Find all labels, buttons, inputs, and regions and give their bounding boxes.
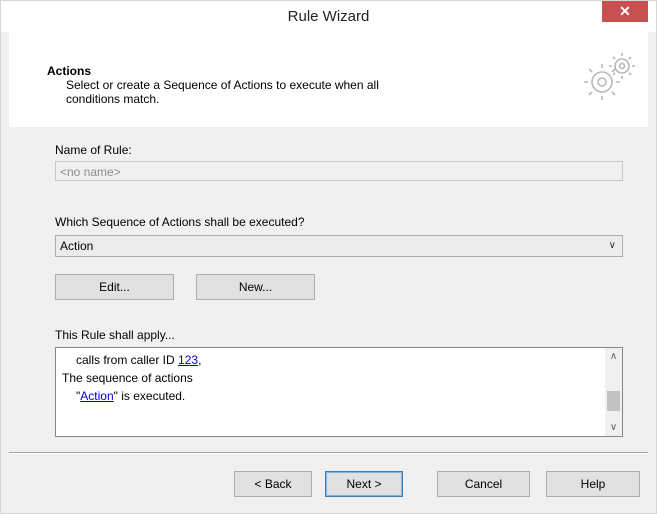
help-button[interactable]: Help [546, 471, 640, 497]
summary-line-caller: calls from caller ID 123, [76, 353, 202, 367]
title-bar[interactable]: Rule Wizard ✕ [1, 1, 656, 32]
rule-summary-box[interactable]: calls from caller ID 123, The sequence o… [55, 347, 623, 437]
sequence-label: Which Sequence of Actions shall be execu… [55, 215, 305, 229]
scroll-up-icon[interactable]: ∧ [605, 348, 622, 365]
gears-icon [584, 53, 635, 100]
page-description: Select or create a Sequence of Actions t… [66, 78, 379, 106]
caller-id-link[interactable]: 123 [178, 353, 198, 367]
sequence-select[interactable]: Action ∨ [55, 235, 623, 257]
footer-divider [9, 452, 648, 454]
scroll-down-icon[interactable]: ∨ [605, 419, 622, 436]
sequence-selected-value: Action [60, 239, 94, 253]
apply-label: This Rule shall apply... [55, 328, 175, 342]
back-button[interactable]: < Back [234, 471, 312, 497]
next-button[interactable]: Next > [325, 471, 403, 497]
close-icon: ✕ [619, 3, 631, 19]
summary-scrollbar[interactable]: ∧ ∨ [605, 348, 622, 436]
new-button[interactable]: New... [196, 274, 315, 300]
cancel-button[interactable]: Cancel [437, 471, 530, 497]
chevron-down-icon: ∨ [608, 240, 616, 251]
window-title: Rule Wizard [287, 8, 370, 25]
rule-wizard-window: Rule Wizard ✕ Actions Select or create a… [0, 0, 657, 514]
page-title: Actions [47, 64, 92, 78]
action-link[interactable]: Action [80, 389, 113, 403]
close-button[interactable]: ✕ [602, 1, 648, 22]
wizard-body: Name of Rule: <no name> Which Sequence o… [9, 127, 648, 452]
wizard-header: Actions Select or create a Sequence of A… [9, 32, 648, 128]
summary-line-action: "Action" is executed. [76, 389, 186, 403]
name-of-rule-label: Name of Rule: [55, 143, 132, 157]
scroll-thumb[interactable] [607, 391, 620, 411]
rule-name-field[interactable]: <no name> [55, 161, 623, 181]
edit-button[interactable]: Edit... [55, 274, 174, 300]
summary-line-sequence: The sequence of actions [62, 371, 193, 385]
